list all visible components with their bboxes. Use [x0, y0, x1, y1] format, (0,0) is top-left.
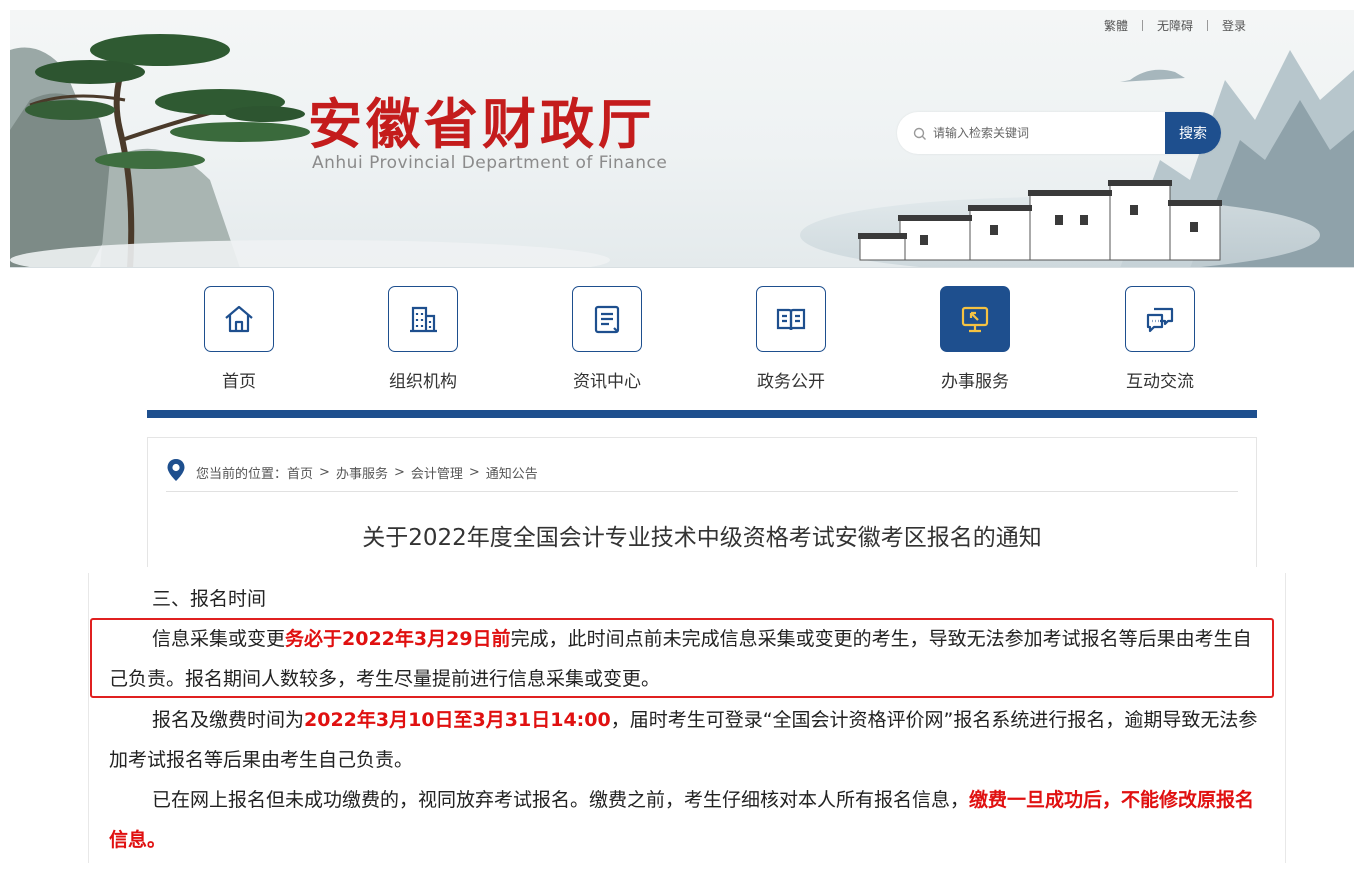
nav-divider-bar — [147, 410, 1257, 418]
breadcrumb-separator: > — [319, 464, 330, 480]
nav-item-organization[interactable]: 组织机构 — [363, 286, 483, 392]
nav-label: 办事服务 — [941, 372, 1009, 392]
book-icon — [776, 308, 806, 331]
registration-dates-emphasis: 2022年3月10日至3月31日14:00 — [304, 709, 611, 731]
building-icon — [410, 306, 437, 333]
breadcrumb-separator: > — [468, 464, 480, 480]
breadcrumb-services[interactable]: 办事服务 — [336, 463, 388, 482]
nav-label: 组织机构 — [389, 372, 457, 392]
breadcrumb-prefix: 您当前的位置： — [196, 466, 288, 482]
deadline-emphasis: 务必于2022年3月29日前 — [285, 628, 511, 650]
nav-icon-box — [572, 286, 642, 352]
search-button[interactable]: 搜索 — [1165, 112, 1221, 154]
search-box: 搜索 — [897, 112, 1221, 154]
paragraph-text: 信息采集或变更 — [152, 628, 286, 650]
search-input[interactable] — [933, 113, 1165, 153]
header-banner: 繁體 无障碍 登录 安徽省财政厅 Anhui Provincial Depart… — [10, 10, 1354, 268]
paragraph-payment: 已在网上报名但未成功缴费的，视同放弃考试报名。缴费之前，考生仔细核对本人所有报名… — [109, 780, 1269, 860]
breadcrumb-divider — [166, 491, 1238, 492]
paragraph-text: 报名及缴费时间为 — [152, 709, 305, 731]
nav-label: 资讯中心 — [573, 372, 641, 392]
search-icon — [913, 126, 927, 140]
nav-label: 首页 — [222, 372, 256, 392]
nav-label: 互动交流 — [1126, 372, 1194, 392]
breadcrumb-separator: > — [393, 464, 405, 480]
nav-icon-box — [756, 286, 826, 352]
site-logo-title[interactable]: 安徽省财政厅 — [308, 80, 656, 159]
nav-label: 政务公开 — [757, 372, 825, 392]
nav-item-interaction[interactable]: 互动交流 — [1100, 286, 1220, 392]
paragraph-info-collection: 信息采集或变更务必于2022年3月29日前完成，此时间点前未完成信息采集或变更的… — [109, 619, 1269, 699]
nav-icon-box — [1125, 286, 1195, 352]
section-heading-text: 三、报名时间 — [152, 588, 267, 610]
paragraph-registration-period: 报名及缴费时间为2022年3月10日至3月31日14:00，届时考生可登录“全国… — [109, 700, 1269, 780]
site-logo-subtitle: Anhui Provincial Department of Finance — [312, 153, 668, 173]
nav-icon-box — [940, 286, 1010, 352]
nav-icon-box — [204, 286, 274, 352]
paragraph-text: 已在网上报名但未成功缴费的，视同放弃考试报名。缴费之前，考生仔细核对本人所有报名… — [152, 789, 970, 811]
nav-item-home[interactable]: 首页 — [179, 286, 299, 392]
breadcrumb: 您当前的位置： 首页 > 办事服务 > 会计管理 > 通知公告 — [166, 458, 538, 486]
document-icon — [594, 305, 620, 334]
location-pin-icon — [166, 458, 186, 486]
divider — [1206, 20, 1208, 31]
nav-icon-box — [388, 286, 458, 352]
breadcrumb-accounting[interactable]: 会计管理 — [411, 463, 463, 482]
article-title: 关于2022年度全国会计专业技术中级资格考试安徽考区报名的通知 — [362, 525, 1042, 551]
divider — [1141, 20, 1143, 31]
section-heading: 三、报名时间 — [109, 579, 1269, 619]
nav-item-government-affairs[interactable]: 政务公开 — [731, 286, 851, 392]
nav-item-news[interactable]: 资讯中心 — [547, 286, 667, 392]
home-icon — [225, 305, 253, 333]
breadcrumb-notices[interactable]: 通知公告 — [486, 463, 538, 482]
article-body: 三、报名时间 信息采集或变更务必于2022年3月29日前完成，此时间点前未完成信… — [88, 573, 1286, 863]
accessibility-link[interactable]: 无障碍 — [1157, 17, 1193, 34]
content-panel: 您当前的位置： 首页 > 办事服务 > 会计管理 > 通知公告 关于2022年度… — [147, 437, 1257, 567]
login-link[interactable]: 登录 — [1222, 17, 1246, 34]
chat-icon — [1146, 307, 1174, 333]
traditional-chinese-link[interactable]: 繁體 — [1104, 17, 1128, 34]
top-links: 繁體 无障碍 登录 — [1104, 17, 1246, 34]
main-nav: 首页 组织机构 资讯中心 政务公开 办事服务 互动交流 — [147, 286, 1257, 396]
nav-item-services[interactable]: 办事服务 — [915, 286, 1035, 392]
monitor-icon — [961, 306, 989, 333]
breadcrumb-home[interactable]: 首页 — [287, 463, 313, 482]
